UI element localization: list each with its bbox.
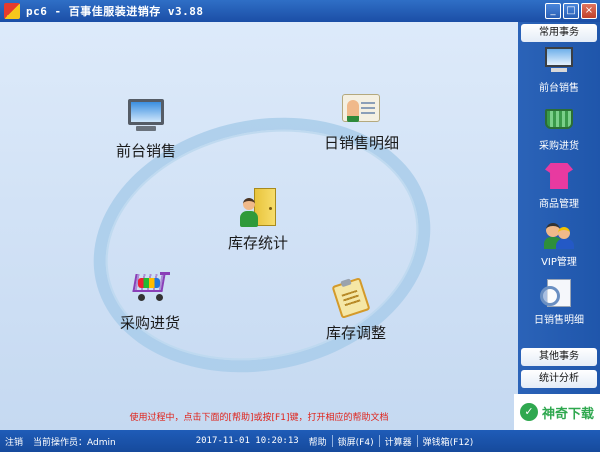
sidebar-item-purchase[interactable]: 采购进货 bbox=[518, 100, 600, 158]
lock-screen-link[interactable]: 锁屏(F4) bbox=[333, 435, 379, 448]
maximize-button[interactable]: □ bbox=[563, 3, 579, 19]
module-label: 库存统计 bbox=[228, 234, 289, 252]
inventory-icon bbox=[238, 188, 278, 228]
basket-icon bbox=[544, 105, 574, 133]
calculator-link[interactable]: 计算器 bbox=[380, 435, 417, 448]
module-front-sales[interactable]: 前台销售 bbox=[116, 96, 176, 161]
module-label: 库存调整 bbox=[326, 324, 387, 342]
help-link[interactable]: 帮助 bbox=[304, 435, 332, 448]
sidebar: 常用事务 前台销售 采购进货 商品管理 VIP管理 日销售明细 其他事务 统计分… bbox=[518, 22, 600, 430]
sidebar-item-front-sales[interactable]: 前台销售 bbox=[518, 42, 600, 100]
watermark: ✓ 神奇下载 bbox=[514, 394, 600, 430]
watermark-text: 神奇下载 bbox=[541, 406, 594, 422]
shopping-cart-icon bbox=[130, 268, 170, 308]
module-label: 前台销售 bbox=[116, 142, 177, 160]
sidebar-item-product-management[interactable]: 商品管理 bbox=[518, 158, 600, 216]
window-title: pc6 - 百事佳服装进销存 v3.88 bbox=[26, 5, 204, 18]
cash-drawer-link[interactable]: 弹钱箱(F12) bbox=[418, 435, 479, 448]
module-inventory-adjust[interactable]: 库存调整 bbox=[326, 277, 387, 343]
users-icon bbox=[544, 221, 574, 249]
clipboard-icon bbox=[331, 277, 376, 319]
status-bar: 注销 当前操作员：Admin 2017-11-01 10:20:13 帮助 锁屏… bbox=[0, 430, 600, 452]
minimize-button[interactable]: _ bbox=[545, 3, 561, 19]
monitor-icon bbox=[544, 47, 574, 75]
help-hint: 使用过程中，点击下面的[帮助]或按[F1]键，打开相应的帮助文档 bbox=[129, 413, 389, 423]
sidebar-item-label: 前台销售 bbox=[539, 83, 579, 94]
id-card-icon bbox=[341, 88, 382, 128]
sidebar-item-label: 日销售明细 bbox=[534, 315, 584, 326]
document-search-icon bbox=[540, 279, 574, 307]
clock: 2017-11-01 10:20:13 bbox=[195, 436, 299, 446]
main-canvas: 前台销售 日销售明细 库存统计 采购进货 库存调整 使用过程中，点击下面的[帮助… bbox=[0, 22, 518, 430]
module-label: 采购进货 bbox=[120, 314, 181, 332]
sidebar-item-vip-management[interactable]: VIP管理 bbox=[518, 216, 600, 274]
title-bar: pc6 - 百事佳服装进销存 v3.88 _ □ × bbox=[0, 0, 600, 22]
current-operator: 当前操作员：Admin bbox=[33, 437, 116, 448]
app-logo-icon bbox=[4, 3, 20, 19]
logout-link[interactable]: 注销 bbox=[0, 435, 28, 448]
watermark-logo-icon: ✓ bbox=[519, 403, 538, 421]
sidebar-item-label: VIP管理 bbox=[541, 257, 577, 268]
monitor-icon bbox=[126, 96, 166, 136]
close-button[interactable]: × bbox=[581, 3, 597, 19]
sidebar-item-label: 商品管理 bbox=[539, 199, 579, 210]
tshirt-icon bbox=[544, 163, 574, 191]
statistics-button[interactable]: 统计分析 bbox=[521, 370, 597, 388]
sidebar-item-label: 采购进货 bbox=[539, 141, 579, 152]
module-inventory-stats[interactable]: 库存统计 bbox=[228, 188, 288, 253]
module-daily-sales-detail[interactable]: 日销售明细 bbox=[324, 88, 399, 153]
module-label: 日销售明细 bbox=[324, 134, 400, 152]
module-purchase[interactable]: 采购进货 bbox=[120, 268, 180, 333]
window-controls: _ □ × bbox=[545, 3, 597, 19]
sidebar-header[interactable]: 常用事务 bbox=[521, 24, 597, 42]
other-tasks-button[interactable]: 其他事务 bbox=[521, 348, 597, 366]
sidebar-item-daily-sales-detail[interactable]: 日销售明细 bbox=[518, 274, 600, 332]
